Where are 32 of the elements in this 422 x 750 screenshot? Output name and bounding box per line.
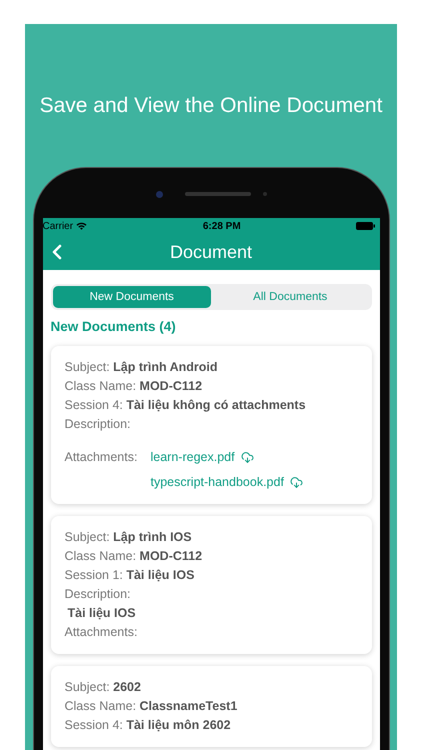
tab[interactable]: All Documents: [211, 286, 370, 308]
attachments-label: Attachments:: [64, 624, 138, 641]
field-text: Class Name: ClassnameTest1: [64, 698, 238, 715]
field-text: Subject: Lập trình Android: [64, 359, 219, 376]
speaker-icon: [184, 192, 250, 196]
download-icon[interactable]: [240, 451, 254, 464]
wifi-icon: [76, 222, 88, 230]
nav-title: Document: [170, 242, 252, 262]
field-text: Description:: [64, 416, 132, 433]
status-time: 6:28 PM: [202, 220, 241, 232]
attachments-label: Attachments:: [64, 449, 138, 466]
field-text: Class Name: MOD-C112: [64, 378, 204, 395]
camera-icon: [156, 190, 162, 198]
field-text: Session 4: Tài liệu không có attachments: [64, 397, 307, 414]
document-card[interactable]: Subject: 2602 Class Name: ClassnameTest1 Session 4: Tài liệu môn 2602: [50, 666, 372, 747]
field-text: Class Name: MOD-C112: [64, 548, 204, 565]
field-text: Session 4: Tài liệu môn 2602: [64, 717, 232, 734]
download-icon[interactable]: [290, 476, 303, 489]
field-text: Description:: [64, 586, 132, 603]
section-title: New Documents (4): [50, 319, 177, 334]
document-card[interactable]: Subject: Lập trình IOS Class Name: MOD-C112 Session 1: Tài liệu IOS Description: Tài liệu IOS Attachments:: [50, 516, 372, 654]
field-text: Subject: Lập trình IOS: [64, 529, 193, 546]
battery-icon: [356, 222, 376, 230]
description-text: Tài liệu IOS: [66, 605, 137, 622]
carrier-label: Carrier: [42, 220, 74, 232]
document-card[interactable]: Subject: Lập trình Android Class Name: MOD-C112 Session 4: Tài liệu không có attachments Description: Attachments: learn-regex.pdf typescript-handbook.pdf: [50, 346, 372, 504]
field-text: Subject: 2602: [64, 679, 142, 696]
field-text: Session 1: Tài liệu IOS: [64, 567, 196, 584]
headline: Save and View the Online Document: [40, 93, 382, 119]
tab[interactable]: New Documents: [52, 286, 211, 308]
attachment-link[interactable]: learn-regex.pdf: [150, 448, 303, 467]
attachment-link[interactable]: typescript-handbook.pdf: [150, 473, 303, 492]
